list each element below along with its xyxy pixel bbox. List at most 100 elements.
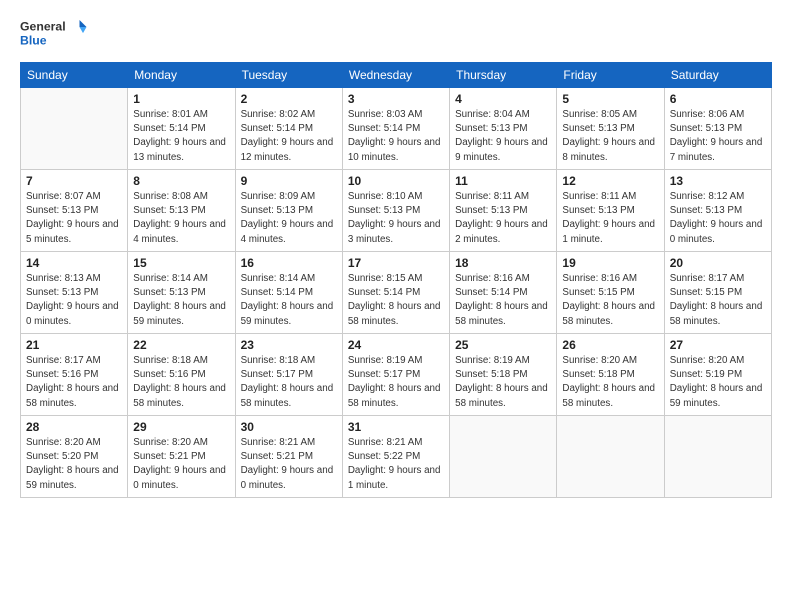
day-number: 28: [26, 420, 122, 434]
calendar-header-wednesday: Wednesday: [342, 63, 449, 88]
day-cell: 11Sunrise: 8:11 AMSunset: 5:13 PMDayligh…: [450, 170, 557, 252]
day-cell: 31 Sunrise: 8:21 AMSunset: 5:22 PMDayligh…: [342, 416, 449, 498]
day-info: Sunrise: 8:20 AMSunset: 5:21 PMDaylight:…: [133, 436, 229, 493]
day-cell: 20Sunrise: 8:17 AMSunset: 5:15 PMDayligh…: [664, 252, 771, 334]
day-number: 22: [133, 338, 229, 352]
day-info: Sunrise: 8:20 AMSunset: 5:18 PMDaylight:…: [562, 354, 658, 411]
day-number: 13: [670, 174, 766, 188]
day-info: Sunrise: 8:16 AMSunset: 5:14 PMDaylight:…: [455, 272, 551, 329]
day-cell: [450, 416, 557, 498]
day-cell: 13 Sunrise: 8:12 AMSunset: 5:13 PMDayligh…: [664, 170, 771, 252]
day-cell: 22 Sunrise: 8:18 AMSunset: 5:16 PMDayligh…: [128, 334, 235, 416]
day-info: Sunrise: 8:11 AMSunset: 5:13 PMDaylight:…: [455, 190, 551, 247]
svg-text:Blue: Blue: [20, 34, 47, 48]
day-number: 6: [670, 92, 766, 106]
day-number: 29: [133, 420, 229, 434]
day-number: 8: [133, 174, 229, 188]
calendar-header-row: SundayMondayTuesdayWednesdayThursdayFrid…: [21, 63, 772, 88]
day-cell: 12 Sunrise: 8:11 AMSunset: 5:13 PMDayligh…: [557, 170, 664, 252]
calendar-header-tuesday: Tuesday: [235, 63, 342, 88]
day-cell: 23Sunrise: 8:18 AMSunset: 5:17 PMDayligh…: [235, 334, 342, 416]
day-number: 5: [562, 92, 658, 106]
day-number: 26: [562, 338, 658, 352]
day-cell: 8 Sunrise: 8:08 AMSunset: 5:13 PMDaylight…: [128, 170, 235, 252]
day-info: Sunrise: 8:12 AMSunset: 5:13 PMDaylight:…: [670, 190, 766, 247]
day-cell: [557, 416, 664, 498]
day-info: Sunrise: 8:20 AMSunset: 5:20 PMDaylight:…: [26, 436, 122, 493]
day-cell: [664, 416, 771, 498]
day-cell: 16Sunrise: 8:14 AMSunset: 5:14 PMDayligh…: [235, 252, 342, 334]
logo-icon: General Blue: [20, 16, 90, 52]
day-cell: 29 Sunrise: 8:20 AMSunset: 5:21 PMDayligh…: [128, 416, 235, 498]
day-cell: 19 Sunrise: 8:16 AMSunset: 5:15 PMDayligh…: [557, 252, 664, 334]
day-info: Sunrise: 8:21 AMSunset: 5:21 PMDaylight:…: [241, 436, 337, 493]
day-info: Sunrise: 8:11 AMSunset: 5:13 PMDaylight:…: [562, 190, 658, 247]
logo: General Blue: [20, 16, 90, 52]
day-info: Sunrise: 8:14 AMSunset: 5:13 PMDaylight:…: [133, 272, 229, 329]
day-number: 7: [26, 174, 122, 188]
day-info: Sunrise: 8:18 AMSunset: 5:16 PMDaylight:…: [133, 354, 229, 411]
day-info: Sunrise: 8:06 AMSunset: 5:13 PMDaylight:…: [670, 108, 766, 165]
day-number: 17: [348, 256, 444, 270]
calendar-table: SundayMondayTuesdayWednesdayThursdayFrid…: [20, 62, 772, 498]
day-cell: 15 Sunrise: 8:14 AMSunset: 5:13 PMDayligh…: [128, 252, 235, 334]
day-cell: 21 Sunrise: 8:17 AMSunset: 5:16 PMDayligh…: [21, 334, 128, 416]
day-cell: 3Sunrise: 8:03 AMSunset: 5:14 PMDaylight…: [342, 88, 449, 170]
day-info: Sunrise: 8:10 AMSunset: 5:13 PMDaylight:…: [348, 190, 444, 247]
day-number: 31: [348, 420, 444, 434]
day-number: 24: [348, 338, 444, 352]
day-info: Sunrise: 8:01 AMSunset: 5:14 PMDaylight:…: [133, 108, 229, 165]
day-cell: 27Sunrise: 8:20 AMSunset: 5:19 PMDayligh…: [664, 334, 771, 416]
calendar-header-sunday: Sunday: [21, 63, 128, 88]
day-cell: 18Sunrise: 8:16 AMSunset: 5:14 PMDayligh…: [450, 252, 557, 334]
day-info: Sunrise: 8:15 AMSunset: 5:14 PMDaylight:…: [348, 272, 444, 329]
calendar-header-friday: Friday: [557, 63, 664, 88]
day-number: 19: [562, 256, 658, 270]
day-cell: 30 Sunrise: 8:21 AMSunset: 5:21 PMDayligh…: [235, 416, 342, 498]
day-info: Sunrise: 8:19 AMSunset: 5:17 PMDaylight:…: [348, 354, 444, 411]
day-info: Sunrise: 8:17 AMSunset: 5:16 PMDaylight:…: [26, 354, 122, 411]
day-info: Sunrise: 8:05 AMSunset: 5:13 PMDaylight:…: [562, 108, 658, 165]
day-info: Sunrise: 8:08 AMSunset: 5:13 PMDaylight:…: [133, 190, 229, 247]
day-number: 3: [348, 92, 444, 106]
day-cell: 24 Sunrise: 8:19 AMSunset: 5:17 PMDayligh…: [342, 334, 449, 416]
day-number: 21: [26, 338, 122, 352]
day-cell: 5 Sunrise: 8:05 AMSunset: 5:13 PMDaylight…: [557, 88, 664, 170]
day-info: Sunrise: 8:17 AMSunset: 5:15 PMDaylight:…: [670, 272, 766, 329]
day-info: Sunrise: 8:14 AMSunset: 5:14 PMDaylight:…: [241, 272, 337, 329]
header: General Blue: [20, 16, 772, 52]
calendar-header-thursday: Thursday: [450, 63, 557, 88]
day-number: 2: [241, 92, 337, 106]
day-cell: 2 Sunrise: 8:02 AMSunset: 5:14 PMDaylight…: [235, 88, 342, 170]
day-info: Sunrise: 8:21 AMSunset: 5:22 PMDaylight:…: [348, 436, 444, 493]
day-number: 14: [26, 256, 122, 270]
day-number: 23: [241, 338, 337, 352]
week-row-1: 1 Sunrise: 8:01 AMSunset: 5:14 PMDaylight…: [21, 88, 772, 170]
day-number: 30: [241, 420, 337, 434]
day-info: Sunrise: 8:02 AMSunset: 5:14 PMDaylight:…: [241, 108, 337, 165]
day-info: Sunrise: 8:09 AMSunset: 5:13 PMDaylight:…: [241, 190, 337, 247]
calendar-header-monday: Monday: [128, 63, 235, 88]
day-cell: 4 Sunrise: 8:04 AMSunset: 5:13 PMDaylight…: [450, 88, 557, 170]
day-cell: 9 Sunrise: 8:09 AMSunset: 5:13 PMDaylight…: [235, 170, 342, 252]
day-cell: 10 Sunrise: 8:10 AMSunset: 5:13 PMDayligh…: [342, 170, 449, 252]
day-cell: 7 Sunrise: 8:07 AMSunset: 5:13 PMDaylight…: [21, 170, 128, 252]
day-cell: [21, 88, 128, 170]
day-number: 15: [133, 256, 229, 270]
week-row-4: 21 Sunrise: 8:17 AMSunset: 5:16 PMDayligh…: [21, 334, 772, 416]
day-cell: 17 Sunrise: 8:15 AMSunset: 5:14 PMDayligh…: [342, 252, 449, 334]
day-number: 10: [348, 174, 444, 188]
day-info: Sunrise: 8:19 AMSunset: 5:18 PMDaylight:…: [455, 354, 551, 411]
day-cell: 1 Sunrise: 8:01 AMSunset: 5:14 PMDaylight…: [128, 88, 235, 170]
day-number: 27: [670, 338, 766, 352]
day-info: Sunrise: 8:04 AMSunset: 5:13 PMDaylight:…: [455, 108, 551, 165]
day-info: Sunrise: 8:16 AMSunset: 5:15 PMDaylight:…: [562, 272, 658, 329]
day-number: 9: [241, 174, 337, 188]
week-row-3: 14Sunrise: 8:13 AMSunset: 5:13 PMDayligh…: [21, 252, 772, 334]
day-number: 12: [562, 174, 658, 188]
day-info: Sunrise: 8:07 AMSunset: 5:13 PMDaylight:…: [26, 190, 122, 247]
calendar-header-saturday: Saturday: [664, 63, 771, 88]
day-number: 1: [133, 92, 229, 106]
day-cell: 25Sunrise: 8:19 AMSunset: 5:18 PMDayligh…: [450, 334, 557, 416]
day-number: 4: [455, 92, 551, 106]
